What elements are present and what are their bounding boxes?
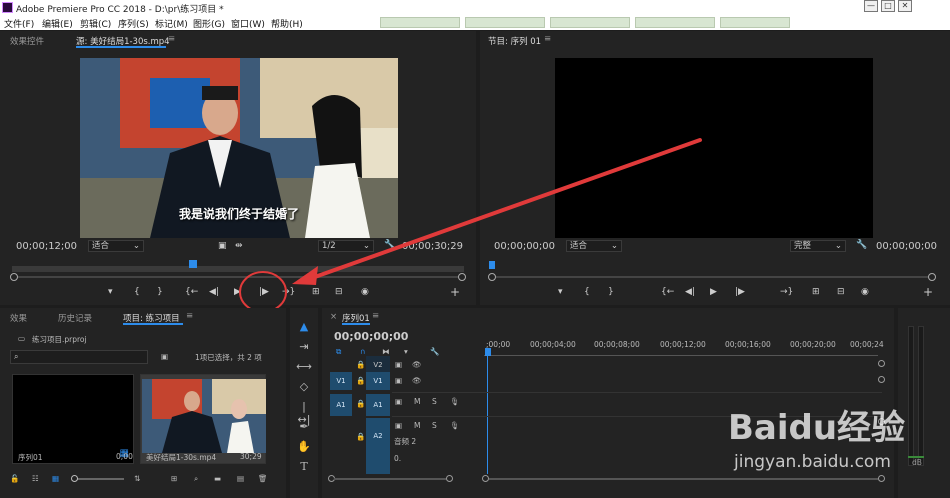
search-icon: ⌕ bbox=[14, 352, 19, 361]
track-select-tool-icon[interactable]: ⇥ bbox=[296, 340, 312, 353]
sync-lock-icon[interactable]: ▣ bbox=[395, 421, 402, 430]
sync-lock-icon[interactable]: ▣ bbox=[395, 376, 402, 385]
project-filename: 练习项目.prproj bbox=[32, 335, 87, 344]
clip-name: 美好结局1-30s.mp4 bbox=[146, 453, 217, 462]
sort-icon[interactable]: ⇅ bbox=[134, 474, 140, 483]
zoom-handle-left[interactable] bbox=[482, 475, 489, 482]
track-volume-value[interactable]: 0. bbox=[394, 454, 401, 463]
ruler-label: 00;00;24 bbox=[850, 340, 884, 349]
new-bin-icon[interactable]: ▬ bbox=[214, 474, 221, 483]
timeline-menu-icon[interactable]: ≡ bbox=[372, 311, 379, 321]
vertical-zoom-bar[interactable] bbox=[334, 478, 446, 480]
sequence-name: 序列01 bbox=[18, 453, 43, 462]
solo-button[interactable]: S bbox=[432, 397, 437, 406]
ruler-label: 00;00;16;00 bbox=[725, 340, 771, 349]
annotation-arrow-head bbox=[292, 266, 318, 285]
watermark-brand: Baidu经验 bbox=[728, 408, 906, 448]
selection-info: 1项已选择，共 2 项 bbox=[195, 353, 262, 362]
clip-preview-image bbox=[142, 379, 266, 453]
source-patch-a1[interactable]: A1 bbox=[330, 394, 352, 416]
ruler-label: 00;00;08;00 bbox=[594, 340, 640, 349]
mute-button[interactable]: M bbox=[414, 397, 420, 406]
tools-panel: ▲ ⇥ ⟷ ◇ |↔| ✒ ✋ T bbox=[290, 308, 318, 498]
razor-tool-icon[interactable]: ◇ bbox=[296, 380, 312, 393]
new-bin-from-search-icon[interactable]: ▣ bbox=[161, 352, 168, 361]
timeline-timecode[interactable]: 00;00;00;00 bbox=[334, 330, 408, 343]
mute-button[interactable]: M bbox=[414, 421, 420, 430]
linked-selection-icon[interactable]: ⧓ bbox=[382, 347, 390, 356]
automate-icon[interactable]: ⊞ bbox=[171, 474, 177, 483]
icon-view-icon[interactable]: ▦ bbox=[52, 474, 59, 483]
lock-icon[interactable]: 🔒 bbox=[356, 399, 365, 408]
sequence-duration: 0;00 bbox=[116, 452, 133, 461]
list-view-icon[interactable]: ☷ bbox=[32, 474, 39, 483]
timeline-playhead-line bbox=[487, 356, 488, 474]
tab-effects[interactable]: 效果 bbox=[10, 312, 27, 324]
sequence-thumbnail[interactable]: ▦ bbox=[12, 374, 134, 464]
timeline-close-icon[interactable]: × bbox=[330, 312, 337, 322]
annotation-arrow-line bbox=[310, 138, 702, 280]
sync-lock-icon[interactable]: ▣ bbox=[395, 397, 402, 406]
hand-tool-icon[interactable]: ✋ bbox=[296, 440, 312, 453]
add-marker-icon[interactable]: ▾ bbox=[404, 347, 408, 356]
lock-icon[interactable]: 🔒 bbox=[356, 432, 365, 441]
solo-button[interactable]: S bbox=[432, 421, 437, 430]
track-divider bbox=[392, 392, 882, 393]
track-v1-label[interactable]: V1 bbox=[366, 372, 390, 390]
scroll-handle[interactable] bbox=[878, 376, 885, 383]
project-panel: 效果 历史记录 项目: 练习项目 ≡ ▭ 练习项目.prproj ⌕ ▣ 1项已… bbox=[0, 308, 286, 498]
project-filename-icon: ▭ bbox=[18, 334, 26, 343]
tab-history[interactable]: 历史记录 bbox=[58, 312, 92, 324]
sync-lock-icon[interactable]: ▣ bbox=[395, 360, 402, 369]
watermark-url: jingyan.baidu.com bbox=[734, 452, 891, 472]
eye-icon[interactable]: 👁 bbox=[412, 376, 422, 385]
ruler-label: 00;00;12;00 bbox=[660, 340, 706, 349]
wrench-icon[interactable]: 🔧 bbox=[430, 347, 439, 356]
lock-icon[interactable]: 🔒 bbox=[356, 376, 365, 385]
type-tool-icon[interactable]: T bbox=[296, 460, 312, 473]
find-icon[interactable]: ⌕ bbox=[194, 474, 198, 484]
project-menu-icon[interactable]: ≡ bbox=[186, 311, 193, 321]
lock-icon[interactable]: 🔓 bbox=[10, 474, 19, 483]
watermark: Baidu经验 jingyan.baidu.com bbox=[728, 400, 938, 490]
selection-tool-icon[interactable]: ▲ bbox=[296, 320, 312, 333]
ruler-label: 00;00;20;00 bbox=[790, 340, 836, 349]
audio-track-name: 音频 2 bbox=[394, 437, 417, 446]
active-tab-underline bbox=[342, 323, 370, 325]
timeline-playhead-handle[interactable] bbox=[485, 348, 491, 356]
snap-magnet-icon[interactable]: ∩ bbox=[360, 347, 366, 356]
slider-handle[interactable] bbox=[71, 475, 78, 482]
timeline-ruler[interactable] bbox=[484, 350, 878, 356]
thumbnail-size-slider[interactable] bbox=[71, 475, 124, 482]
ripple-edit-tool-icon[interactable]: ⟷ bbox=[296, 360, 312, 373]
mic-icon[interactable]: 🎙 bbox=[450, 397, 460, 406]
track-a1-label[interactable]: A1 bbox=[366, 394, 390, 416]
eye-icon[interactable]: 👁 bbox=[412, 360, 422, 369]
ruler-label: 00;00;04;00 bbox=[530, 340, 576, 349]
clip-thumbnail[interactable] bbox=[140, 374, 266, 464]
annotation-circle bbox=[239, 271, 287, 313]
clip-duration: 30;29 bbox=[240, 452, 262, 461]
scroll-handle[interactable] bbox=[878, 360, 885, 367]
source-patch-v1[interactable]: V1 bbox=[330, 372, 352, 390]
mic-icon[interactable]: 🎙 bbox=[450, 421, 460, 430]
search-input[interactable]: ⌕ bbox=[10, 350, 148, 364]
lock-icon[interactable]: 🔒 bbox=[356, 360, 365, 369]
active-tab-underline bbox=[123, 323, 183, 325]
pen-tool-icon[interactable]: ✒ bbox=[296, 420, 312, 433]
track-a2-label[interactable]: A2 bbox=[366, 418, 390, 474]
zoom-handle-right[interactable] bbox=[446, 475, 453, 482]
nest-icon[interactable]: ⧉ bbox=[336, 347, 341, 357]
clear-icon[interactable]: 🗑 bbox=[258, 474, 268, 483]
new-item-icon[interactable]: ▤ bbox=[237, 474, 244, 483]
